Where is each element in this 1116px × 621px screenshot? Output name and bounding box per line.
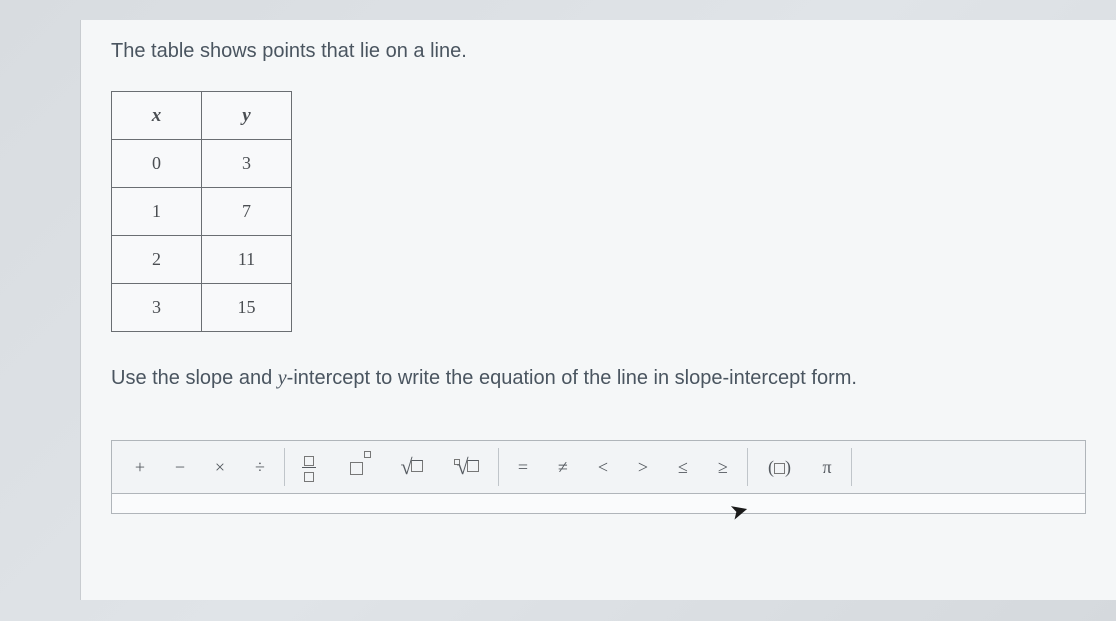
header-x: x — [112, 92, 202, 140]
minus-button[interactable]: − — [160, 446, 200, 488]
cell-x: 1 — [112, 188, 202, 236]
fraction-icon — [302, 452, 316, 481]
table-header-row: x y — [112, 92, 292, 140]
cell-x: 2 — [112, 236, 202, 284]
equals-button[interactable]: = — [503, 446, 543, 488]
cell-x: 3 — [112, 284, 202, 332]
sqrt-button[interactable]: √ — [384, 446, 439, 488]
instruction-var: y — [278, 367, 287, 389]
exponent-icon — [350, 457, 363, 478]
instruction-text: Use the slope and y-intercept to write t… — [111, 367, 1086, 390]
nth-root-icon: √ — [454, 454, 478, 480]
toolbar-divider — [747, 448, 748, 486]
question-prompt: The table shows points that lie on a lin… — [111, 40, 1086, 63]
less-equal-button[interactable]: ≤ — [663, 446, 703, 488]
nth-root-button[interactable]: √ — [439, 446, 494, 488]
table-row: 3 15 — [112, 284, 292, 332]
parentheses-icon: () — [768, 457, 791, 478]
toolbar-divider — [851, 448, 852, 486]
not-equals-button[interactable]: ≠ — [543, 446, 583, 488]
instruction-post: -intercept to write the equation of the … — [287, 367, 857, 389]
answer-input[interactable] — [111, 494, 1086, 514]
table-row: 2 11 — [112, 236, 292, 284]
toolbar-divider — [284, 448, 285, 486]
parentheses-button[interactable]: () — [752, 446, 807, 488]
greater-equal-button[interactable]: ≥ — [703, 446, 743, 488]
divide-button[interactable]: ÷ — [240, 446, 280, 488]
points-table: x y 0 3 1 7 2 11 3 15 — [111, 91, 292, 332]
sqrt-icon: √ — [400, 454, 422, 480]
greater-than-button[interactable]: > — [623, 446, 663, 488]
cell-y: 7 — [202, 188, 292, 236]
toolbar-divider — [498, 448, 499, 486]
cell-y: 15 — [202, 284, 292, 332]
cell-y: 3 — [202, 140, 292, 188]
fraction-button[interactable] — [289, 446, 329, 488]
less-than-button[interactable]: < — [583, 446, 623, 488]
table-row: 1 7 — [112, 188, 292, 236]
table-row: 0 3 — [112, 140, 292, 188]
plus-button[interactable]: + — [120, 446, 160, 488]
exponent-button[interactable] — [329, 446, 384, 488]
cell-y: 11 — [202, 236, 292, 284]
math-toolbar: + − × ÷ √ √ = — [111, 440, 1086, 494]
cell-x: 0 — [112, 140, 202, 188]
header-y: y — [202, 92, 292, 140]
times-button[interactable]: × — [200, 446, 240, 488]
instruction-pre: Use the slope and — [111, 367, 278, 389]
question-panel: The table shows points that lie on a lin… — [80, 20, 1116, 600]
pi-button[interactable]: π — [807, 446, 847, 488]
